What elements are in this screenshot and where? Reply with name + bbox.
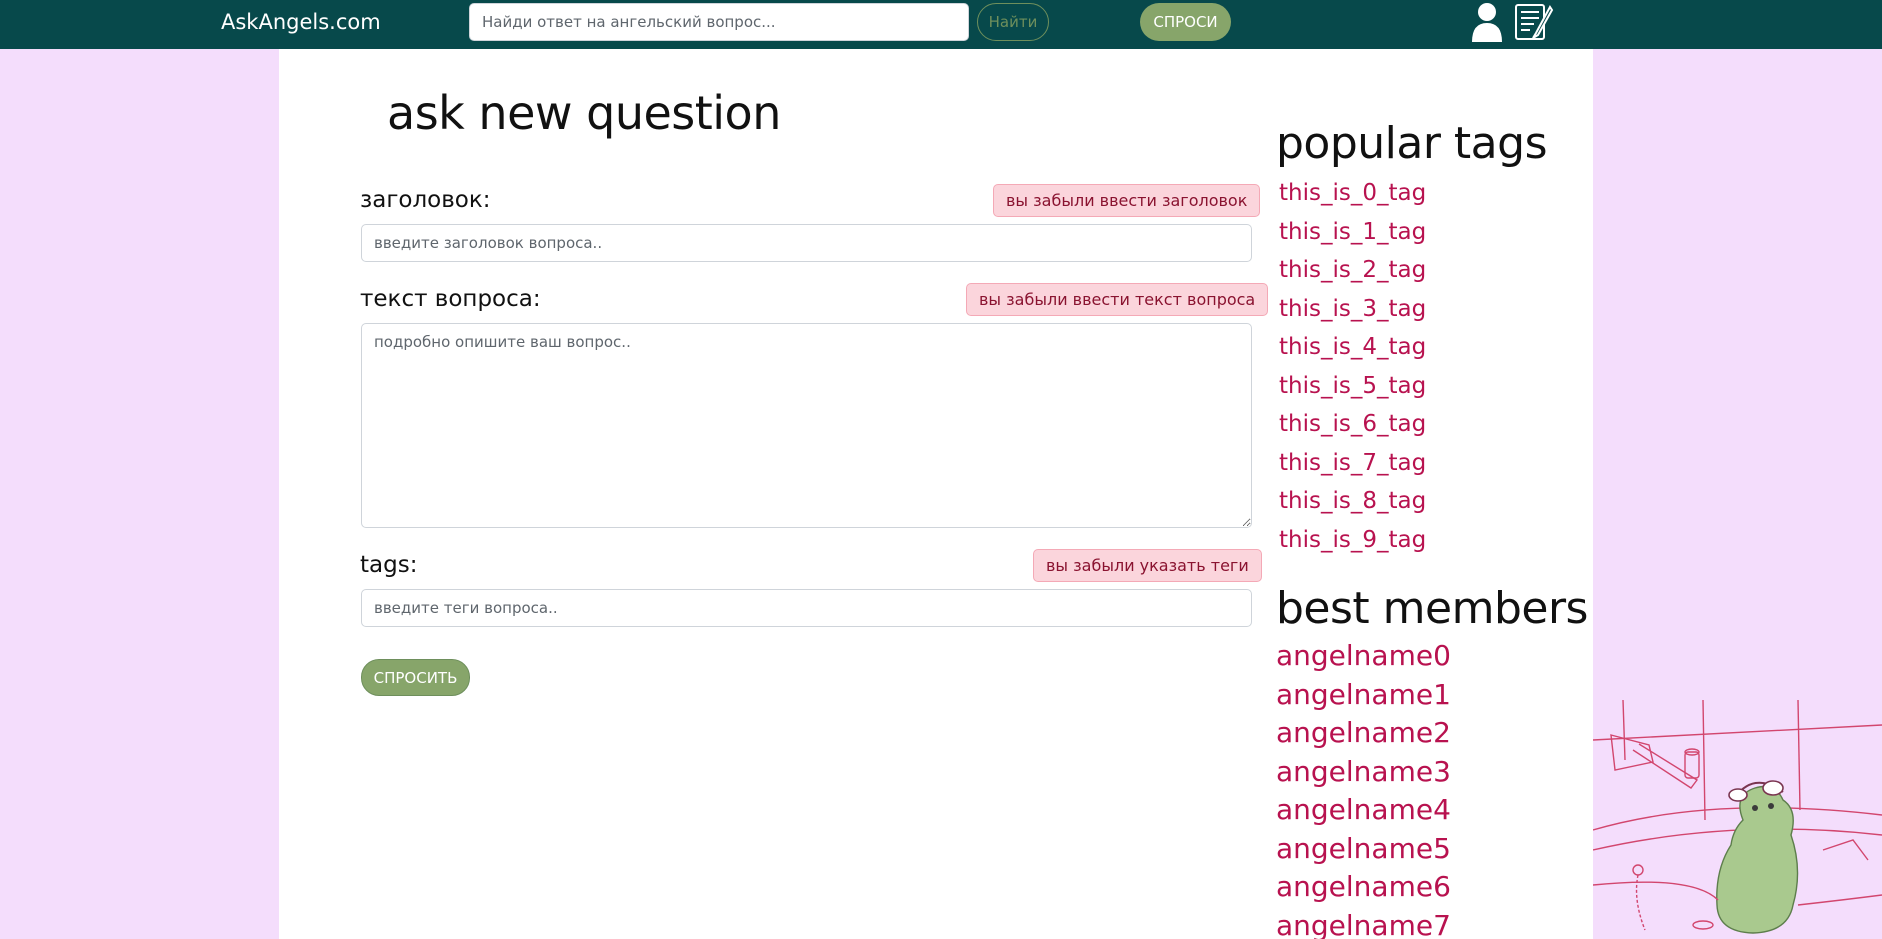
tag-link[interactable]: this_is_4_tag <box>1279 328 1426 367</box>
popular-tags-list: this_is_0_tag this_is_1_tag this_is_2_ta… <box>1279 174 1426 559</box>
tag-link[interactable]: this_is_9_tag <box>1279 521 1426 560</box>
member-link[interactable]: angelname6 <box>1276 868 1451 907</box>
member-link[interactable]: angelname4 <box>1276 791 1451 830</box>
member-link[interactable]: angelname0 <box>1276 637 1451 676</box>
page-title: ask new question <box>387 86 781 140</box>
search-input[interactable] <box>469 3 969 41</box>
tags-error-badge: вы забыли указать теги <box>1033 549 1262 582</box>
tag-link[interactable]: this_is_8_tag <box>1279 482 1426 521</box>
text-error-badge: вы забыли ввести текст вопроса <box>966 283 1269 316</box>
find-button[interactable]: Найти <box>977 3 1049 41</box>
tag-link[interactable]: this_is_2_tag <box>1279 251 1426 290</box>
tag-link[interactable]: this_is_7_tag <box>1279 444 1426 483</box>
best-members-list: angelname0 angelname1 angelname2 angelna… <box>1276 637 1451 939</box>
tag-link[interactable]: this_is_1_tag <box>1279 213 1426 252</box>
question-text-area[interactable] <box>361 323 1252 528</box>
brand-logo-link[interactable]: AskAngels.com <box>221 9 381 35</box>
tag-link[interactable]: this_is_3_tag <box>1279 290 1426 329</box>
question-text-label: текст вопроса: <box>360 286 541 312</box>
notes-icon[interactable] <box>1512 1 1554 43</box>
question-title-label: заголовок: <box>360 187 491 213</box>
popular-tags-heading: popular tags <box>1276 118 1548 169</box>
member-link[interactable]: angelname2 <box>1276 714 1451 753</box>
top-navbar: AskAngels.com Найти СПРОСИ <box>0 0 1882 49</box>
title-error-badge: вы забыли ввести заголовок <box>993 184 1261 217</box>
member-link[interactable]: angelname5 <box>1276 830 1451 869</box>
user-icon[interactable] <box>1470 1 1504 43</box>
submit-question-button[interactable]: СПРОСИТЬ <box>361 659 470 696</box>
member-link[interactable]: angelname1 <box>1276 676 1451 715</box>
tag-link[interactable]: this_is_6_tag <box>1279 405 1426 444</box>
tags-label: tags: <box>360 552 418 578</box>
member-link[interactable]: angelname3 <box>1276 753 1451 792</box>
best-members-heading: best members <box>1276 583 1588 634</box>
tag-link[interactable]: this_is_5_tag <box>1279 367 1426 406</box>
ask-button[interactable]: СПРОСИ <box>1140 3 1231 41</box>
member-link[interactable]: angelname7 <box>1276 907 1451 939</box>
question-title-input[interactable] <box>361 224 1252 262</box>
tags-input[interactable] <box>361 589 1252 627</box>
tag-link[interactable]: this_is_0_tag <box>1279 174 1426 213</box>
bath-creature-illustration <box>1592 699 1882 939</box>
